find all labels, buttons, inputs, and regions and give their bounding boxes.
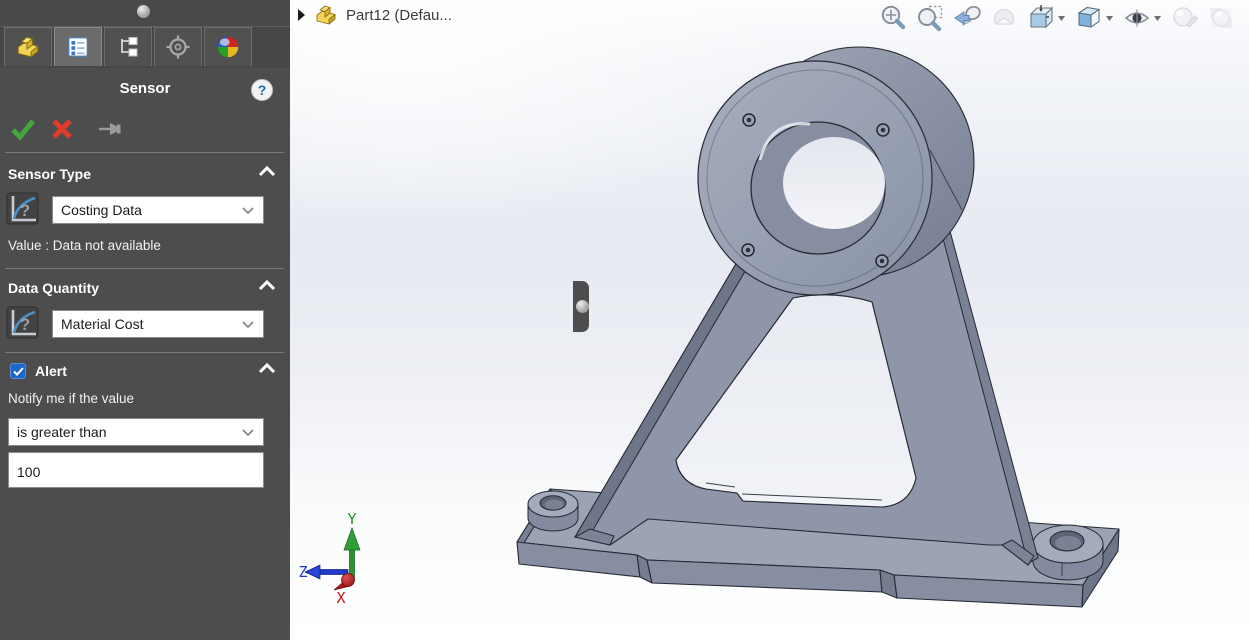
sensor-type-value: Costing Data	[61, 202, 241, 218]
triad-y-label: Y	[347, 510, 356, 528]
cancel-x-icon	[51, 118, 73, 140]
svg-text:?: ?	[20, 201, 30, 220]
sensor-gauge-icon: ?	[6, 192, 39, 225]
sensor-type-title: Sensor Type	[8, 166, 91, 182]
solidworks-window: Y Z X Part12 (Defau...	[0, 0, 1249, 640]
view-orientation-button[interactable]	[1026, 3, 1056, 33]
data-quantity-value: Material Cost	[61, 316, 241, 332]
display-manager-icon	[215, 34, 241, 60]
tab-configuration-manager[interactable]	[104, 27, 152, 66]
triad-z-label: Z	[298, 563, 307, 581]
part-icon	[314, 4, 338, 26]
sensor-gauge-icon: ?	[6, 306, 39, 339]
alert-checkbox[interactable]	[10, 363, 26, 379]
tab-dimxpert-manager[interactable]	[154, 27, 202, 66]
pin-icon	[98, 119, 124, 139]
divider	[5, 268, 284, 269]
alert-condition-dropdown[interactable]: is greater than	[8, 418, 264, 446]
previous-view-button[interactable]	[952, 3, 982, 33]
expand-triangle-icon[interactable]	[296, 8, 306, 22]
triad-x-label: X	[336, 589, 345, 607]
graphics-area[interactable]: Y Z X Part12 (Defau...	[290, 0, 1249, 640]
tab-property-manager[interactable]	[54, 27, 102, 66]
pin-button[interactable]	[96, 114, 126, 144]
dropdown-chevron-icon	[241, 428, 255, 437]
tree-item-label[interactable]: Part12 (Defau...	[346, 7, 452, 24]
display-style-caret[interactable]	[1104, 3, 1115, 33]
sensor-type-dropdown[interactable]: Costing Data	[52, 196, 264, 224]
zoom-to-fit-button[interactable]	[878, 3, 908, 33]
divider	[5, 152, 284, 153]
divider	[5, 352, 284, 353]
alert-title: Alert	[35, 363, 67, 379]
flyout-tree-item[interactable]: Part12 (Defau...	[296, 4, 452, 26]
splitter-grip-icon	[576, 300, 589, 313]
data-quantity-title: Data Quantity	[8, 280, 99, 296]
collapse-chevron-icon[interactable]	[258, 279, 276, 291]
ok-check-icon	[10, 117, 36, 141]
collapse-chevron-icon[interactable]	[258, 165, 276, 177]
hide-show-items-caret[interactable]	[1152, 3, 1163, 33]
alert-condition-value: is greater than	[17, 424, 241, 440]
alert-notify-label: Notify me if the value	[8, 391, 134, 406]
panel-action-row	[8, 114, 135, 144]
dropdown-chevron-icon	[241, 206, 255, 215]
view-orientation-caret[interactable]	[1056, 3, 1067, 33]
sensor-type-header[interactable]: Sensor Type	[8, 163, 282, 185]
reference-triad: Y Z X	[298, 510, 360, 607]
right-boss[interactable]	[1033, 525, 1103, 580]
alert-threshold-input[interactable]	[8, 452, 264, 488]
section-view-button[interactable]	[989, 3, 1019, 33]
alert-header: Alert	[10, 360, 282, 382]
collapse-chevron-icon[interactable]	[258, 362, 276, 374]
help-button[interactable]: ?	[251, 79, 273, 101]
panel-title: Sensor	[0, 80, 290, 97]
help-question-icon: ?	[258, 82, 267, 98]
part-model[interactable]: Y Z X	[290, 0, 1249, 640]
cancel-button[interactable]	[47, 114, 77, 144]
data-quantity-header[interactable]: Data Quantity	[8, 277, 282, 299]
edit-appearance-button[interactable]	[1170, 3, 1200, 33]
tab-display-manager[interactable]	[204, 27, 252, 66]
hide-show-items-button[interactable]	[1122, 3, 1152, 33]
manager-tab-bar	[0, 27, 290, 68]
configuration-manager-icon	[116, 35, 140, 59]
display-style-button[interactable]	[1074, 3, 1104, 33]
property-manager-icon	[66, 35, 90, 59]
left-boss[interactable]	[528, 491, 578, 531]
tab-featuremanager-tree[interactable]	[4, 27, 52, 66]
part-icon	[15, 35, 41, 59]
panel-drag-strip[interactable]	[0, 0, 290, 27]
property-manager-panel: Sensor ? Sensor Type	[0, 0, 290, 640]
svg-text:?: ?	[20, 315, 30, 334]
zoom-to-area-button[interactable]	[915, 3, 945, 33]
sensor-value-note: Value : Data not available	[8, 238, 161, 253]
heads-up-toolbar	[878, 1, 1237, 35]
panel-splitter-handle[interactable]	[573, 281, 589, 332]
check-icon	[13, 367, 24, 376]
data-quantity-dropdown[interactable]: Material Cost	[52, 310, 264, 338]
dropdown-chevron-icon	[241, 320, 255, 329]
ok-button[interactable]	[8, 114, 38, 144]
apply-scene-button[interactable]	[1207, 3, 1237, 33]
drag-grip-icon	[137, 5, 150, 18]
dimxpert-icon	[165, 34, 191, 60]
